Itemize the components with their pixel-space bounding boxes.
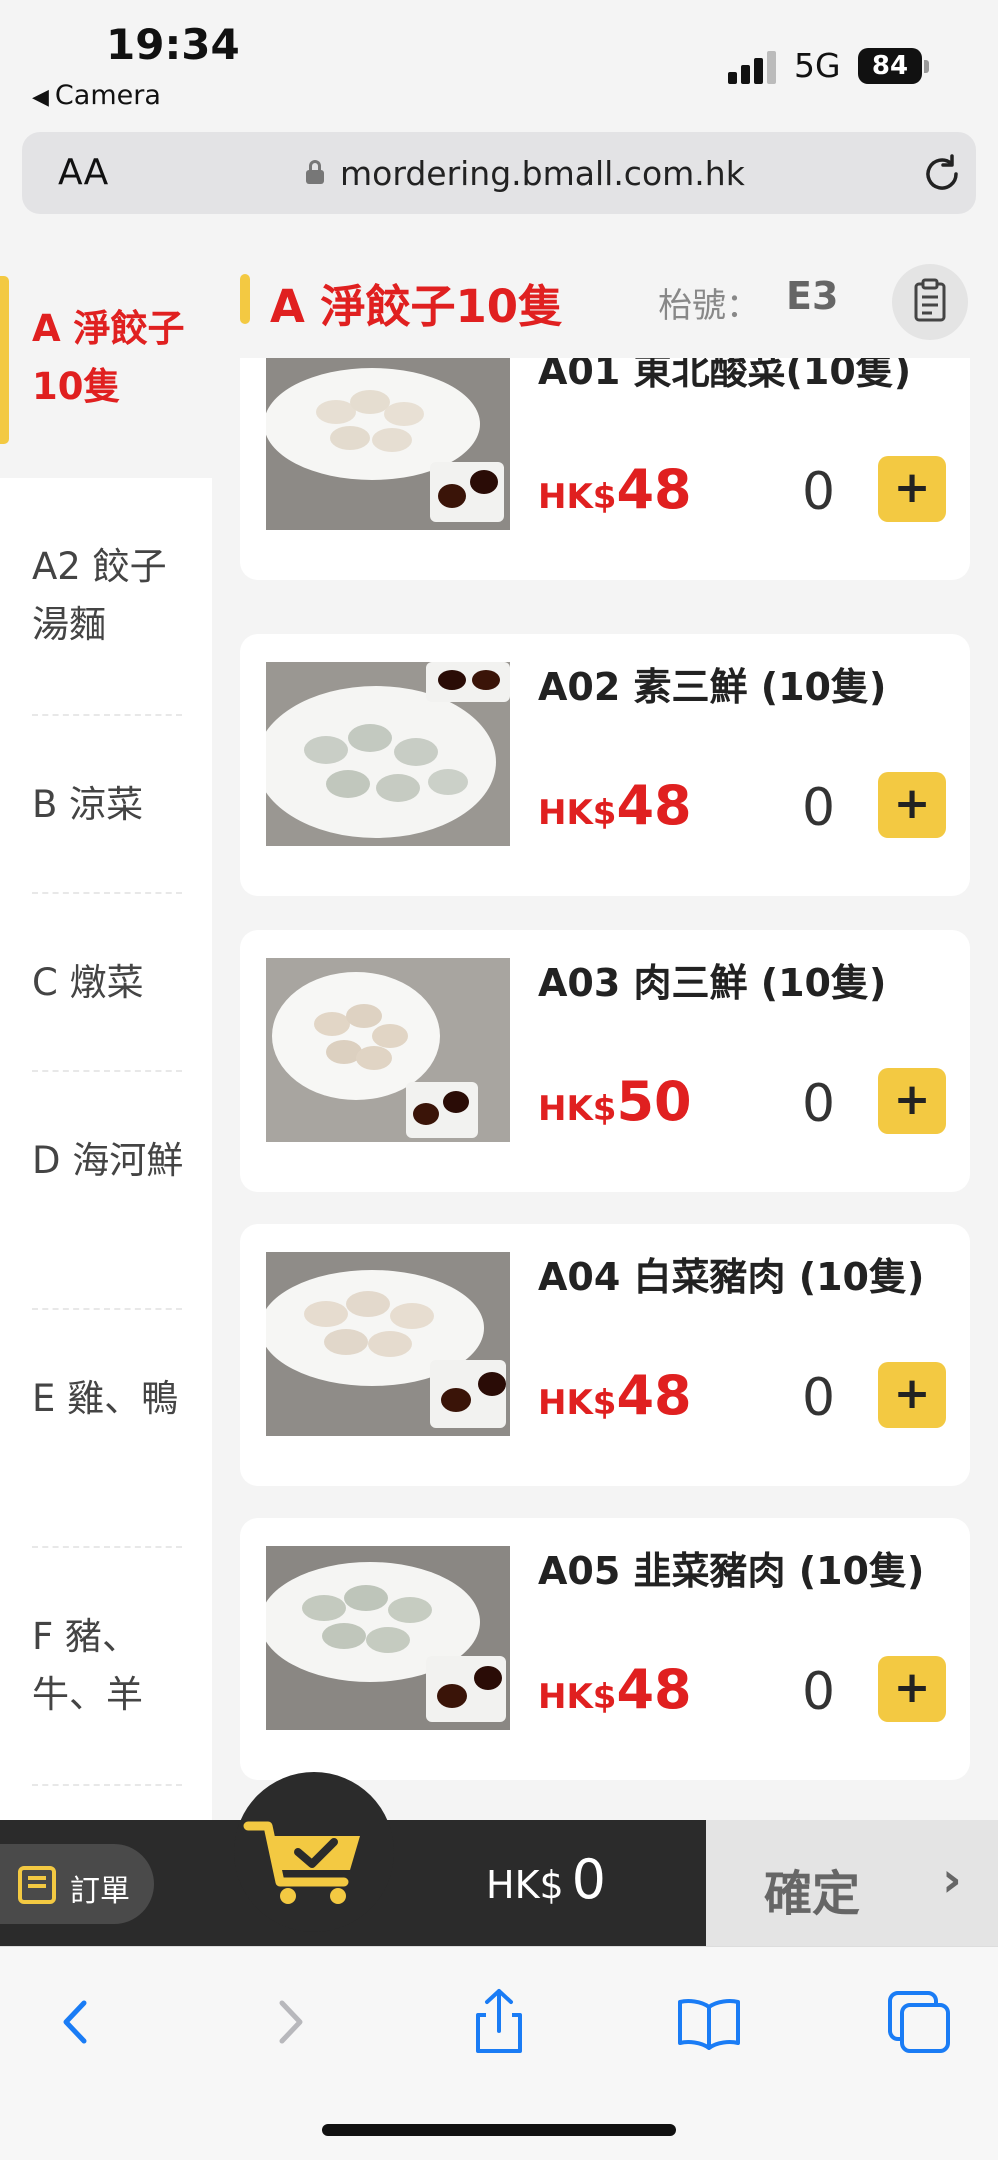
sidebar-item-a2-noodles[interactable]: A2 餃子湯麵 [0, 478, 212, 716]
sidebar-item-e-poultry[interactable]: E 雞、鴨 [0, 1310, 212, 1548]
battery-level: 84 [858, 48, 922, 84]
add-to-cart-button[interactable]: + [878, 456, 946, 522]
product-quantity: 0 [802, 1074, 836, 1134]
signal-icon [728, 50, 780, 84]
sidebar-item-label: B 涼菜 [32, 783, 144, 826]
orders-button[interactable]: 訂單 [0, 1844, 154, 1924]
product-price: HK$48 [538, 1364, 692, 1427]
product-name: A02 素三鮮 (10隻) [538, 665, 887, 709]
back-chevron-icon[interactable] [40, 1987, 110, 2057]
active-indicator [0, 276, 9, 444]
sidebar-item-label: C 燉菜 [32, 961, 144, 1004]
product-card: A03 肉三鮮 (10隻) HK$50 0 + [240, 930, 970, 1192]
sidebar-item-label: D 海河鮮 [32, 1139, 184, 1182]
product-price: HK$48 [538, 774, 692, 837]
cart-check-icon [243, 1821, 360, 1904]
back-triangle-icon: ◀ [32, 85, 49, 110]
text-size-label: AA [58, 152, 109, 193]
product-quantity: 0 [802, 1368, 836, 1428]
add-to-cart-button[interactable]: + [878, 1656, 946, 1722]
header-accent-bar [240, 274, 250, 324]
status-bar: 19:34 ◀ Camera 5G 84 [0, 0, 998, 124]
product-quantity: 0 [802, 778, 836, 838]
sidebar-item-d-seafood[interactable]: D 海河鮮 [0, 1072, 212, 1310]
product-photo [266, 958, 510, 1142]
battery-cap [924, 60, 929, 73]
cart-button[interactable] [234, 1772, 394, 1932]
category-title: A 淨餃子10隻 [270, 280, 564, 333]
back-app-label: Camera [54, 80, 161, 111]
sidebar-item-label: A 淨餃子10隻 [32, 307, 185, 408]
product-card: A02 素三鮮 (10隻) HK$48 0 + [240, 634, 970, 896]
bookmarks-icon[interactable] [674, 1987, 744, 2057]
add-to-cart-button[interactable]: + [878, 1362, 946, 1428]
cart-total: HK$ 0 [486, 1848, 607, 1911]
sidebar-item-label: F 豬、牛、羊 [32, 1615, 143, 1716]
text-size-button[interactable]: AA [58, 152, 108, 193]
product-price: HK$48 [538, 1658, 692, 1721]
screen: 19:34 ◀ Camera 5G 84 AA mordering.bmall.c… [0, 0, 998, 2160]
product-name: A05 韭菜豬肉 (10隻) [538, 1549, 925, 1593]
product-photo [266, 1252, 510, 1436]
sidebar-item-f-meat[interactable]: F 豬、牛、羊 [0, 1548, 212, 1786]
category-sidebar: A 淨餃子10隻 A2 餃子湯麵 B 涼菜 C 燉菜 D 海河鮮 E 雞、鴨 F… [0, 240, 212, 1820]
back-to-camera-link[interactable]: ◀ Camera [32, 80, 161, 111]
add-to-cart-button[interactable]: + [878, 772, 946, 838]
product-price: HK$48 [538, 458, 692, 521]
product-card: A04 白菜豬肉 (10隻) HK$48 0 + [240, 1224, 970, 1486]
chevron-right-icon: › [942, 1852, 962, 1908]
url-text[interactable]: mordering.bmall.com.hk [340, 154, 745, 193]
tabs-icon[interactable] [884, 1987, 954, 2057]
table-label: 枱號： [658, 286, 760, 326]
order-list-button[interactable] [892, 264, 968, 340]
product-name: A03 肉三鮮 (10隻) [538, 961, 887, 1005]
product-price: HK$50 [538, 1070, 692, 1133]
clipboard-icon [914, 278, 946, 322]
product-photo [266, 662, 510, 846]
sidebar-item-label: E 雞、鴨 [32, 1377, 179, 1420]
sidebar-item-label: A2 餃子湯麵 [32, 545, 167, 646]
share-icon[interactable] [464, 1987, 534, 2057]
lock-icon [306, 160, 324, 186]
orders-label: 訂單 [70, 1874, 130, 1909]
product-quantity: 0 [802, 462, 836, 522]
orders-icon [18, 1866, 56, 1904]
sidebar-item-b-cold-dishes[interactable]: B 涼菜 [0, 716, 212, 894]
sidebar-item-a-dumplings[interactable]: A 淨餃子10隻 [0, 240, 212, 478]
home-indicator [322, 2124, 676, 2136]
network-type: 5G [794, 46, 841, 85]
confirm-button[interactable]: 確定 › [706, 1820, 998, 1946]
category-header: A 淨餃子10隻 枱號： E3 [212, 240, 998, 358]
product-quantity: 0 [802, 1662, 836, 1722]
product-card: A05 韭菜豬肉 (10隻) HK$48 0 + [240, 1518, 970, 1780]
forward-chevron-icon[interactable] [256, 1987, 326, 2057]
cart-bar: 訂單 HK$ 0 確定 › [0, 1820, 998, 1946]
status-time: 19:34 [106, 20, 240, 69]
table-number: E3 [786, 274, 839, 318]
address-bar[interactable]: AA mordering.bmall.com.hk [22, 132, 976, 214]
add-to-cart-button[interactable]: + [878, 1068, 946, 1134]
confirm-label: 確定 [764, 1866, 861, 1922]
product-photo [266, 346, 510, 530]
sidebar-item-c-stews[interactable]: C 燉菜 [0, 894, 212, 1072]
reload-icon[interactable] [918, 150, 966, 198]
product-name: A04 白菜豬肉 (10隻) [538, 1255, 925, 1299]
product-photo [266, 1546, 510, 1730]
